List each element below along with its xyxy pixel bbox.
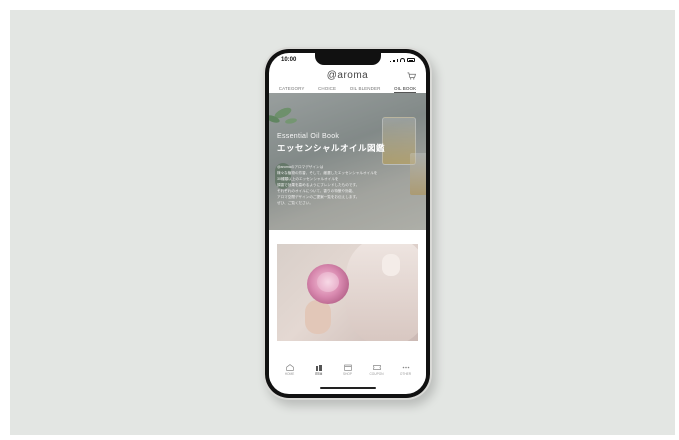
- nav-coupon[interactable]: COUPON: [365, 364, 389, 377]
- status-time: 10:00: [281, 57, 297, 63]
- nav-home[interactable]: HOME: [278, 363, 302, 377]
- nav-shop-label: SHOP: [342, 372, 353, 377]
- collar-image: [382, 254, 400, 276]
- tab-oil-blender[interactable]: OIL BLENDER: [350, 84, 381, 93]
- tab-choice[interactable]: CHOICE: [318, 84, 336, 93]
- signal-icon: [389, 60, 391, 62]
- brand-logo[interactable]: @aroma: [269, 70, 426, 81]
- hero-overlay: [269, 93, 426, 230]
- peony-photo[interactable]: [277, 244, 418, 341]
- tab-oil-book[interactable]: OIL BOOK: [394, 84, 417, 93]
- phone-screen: 10:00 @aroma CATEGORY CHOICE OIL BLENDER…: [269, 53, 426, 394]
- shop-icon: [343, 364, 352, 371]
- tab-category[interactable]: CATEGORY: [279, 84, 305, 93]
- nav-item[interactable]: ITEM: [307, 364, 331, 377]
- hero-description: @aromaのアロマデザインは 様々な植物の芳香、そして、厳選したエッセンシャル…: [277, 164, 377, 206]
- status-icons: [389, 58, 415, 62]
- nav-item-label: ITEM: [314, 372, 323, 377]
- peony-center-image: [317, 272, 339, 292]
- nav-coupon-label: COUPON: [369, 372, 384, 377]
- hero-subtitle: Essential Oil Book: [277, 133, 340, 140]
- home-indicator[interactable]: [319, 386, 376, 389]
- app-header: @aroma: [269, 69, 426, 83]
- nav-shop[interactable]: SHOP: [336, 364, 360, 377]
- hero-line: ぜひ、ご覧ください。: [277, 201, 313, 205]
- hero-title: エッセンシャルオイル図鑑: [277, 143, 386, 153]
- nav-home-label: HOME: [284, 372, 295, 377]
- nav-other-label: OTHER: [399, 372, 412, 377]
- signal-icon: [393, 59, 395, 62]
- notch: [314, 53, 381, 65]
- more-icon: [402, 366, 409, 369]
- nav-other[interactable]: OTHER: [394, 364, 418, 377]
- phone-bezel: 10:00 @aroma CATEGORY CHOICE OIL BLENDER…: [265, 49, 430, 398]
- phone-mockup: 10:00 @aroma CATEGORY CHOICE OIL BLENDER…: [263, 47, 432, 400]
- home-icon: [285, 363, 294, 371]
- battery-icon: [407, 58, 415, 62]
- hand-image: [305, 300, 331, 334]
- signal-icon: [396, 58, 398, 62]
- cart-icon[interactable]: [407, 72, 416, 80]
- hero-banner[interactable]: Essential Oil Book エッセンシャルオイル図鑑 @aromaのア…: [269, 93, 426, 230]
- item-icon: [315, 364, 322, 371]
- category-tabs: CATEGORY CHOICE OIL BLENDER OIL BOOK: [269, 84, 426, 93]
- bottom-nav: HOME ITEM SHOP COUPON OTHER: [269, 359, 426, 381]
- wifi-icon: [400, 58, 405, 62]
- coupon-icon: [372, 364, 381, 370]
